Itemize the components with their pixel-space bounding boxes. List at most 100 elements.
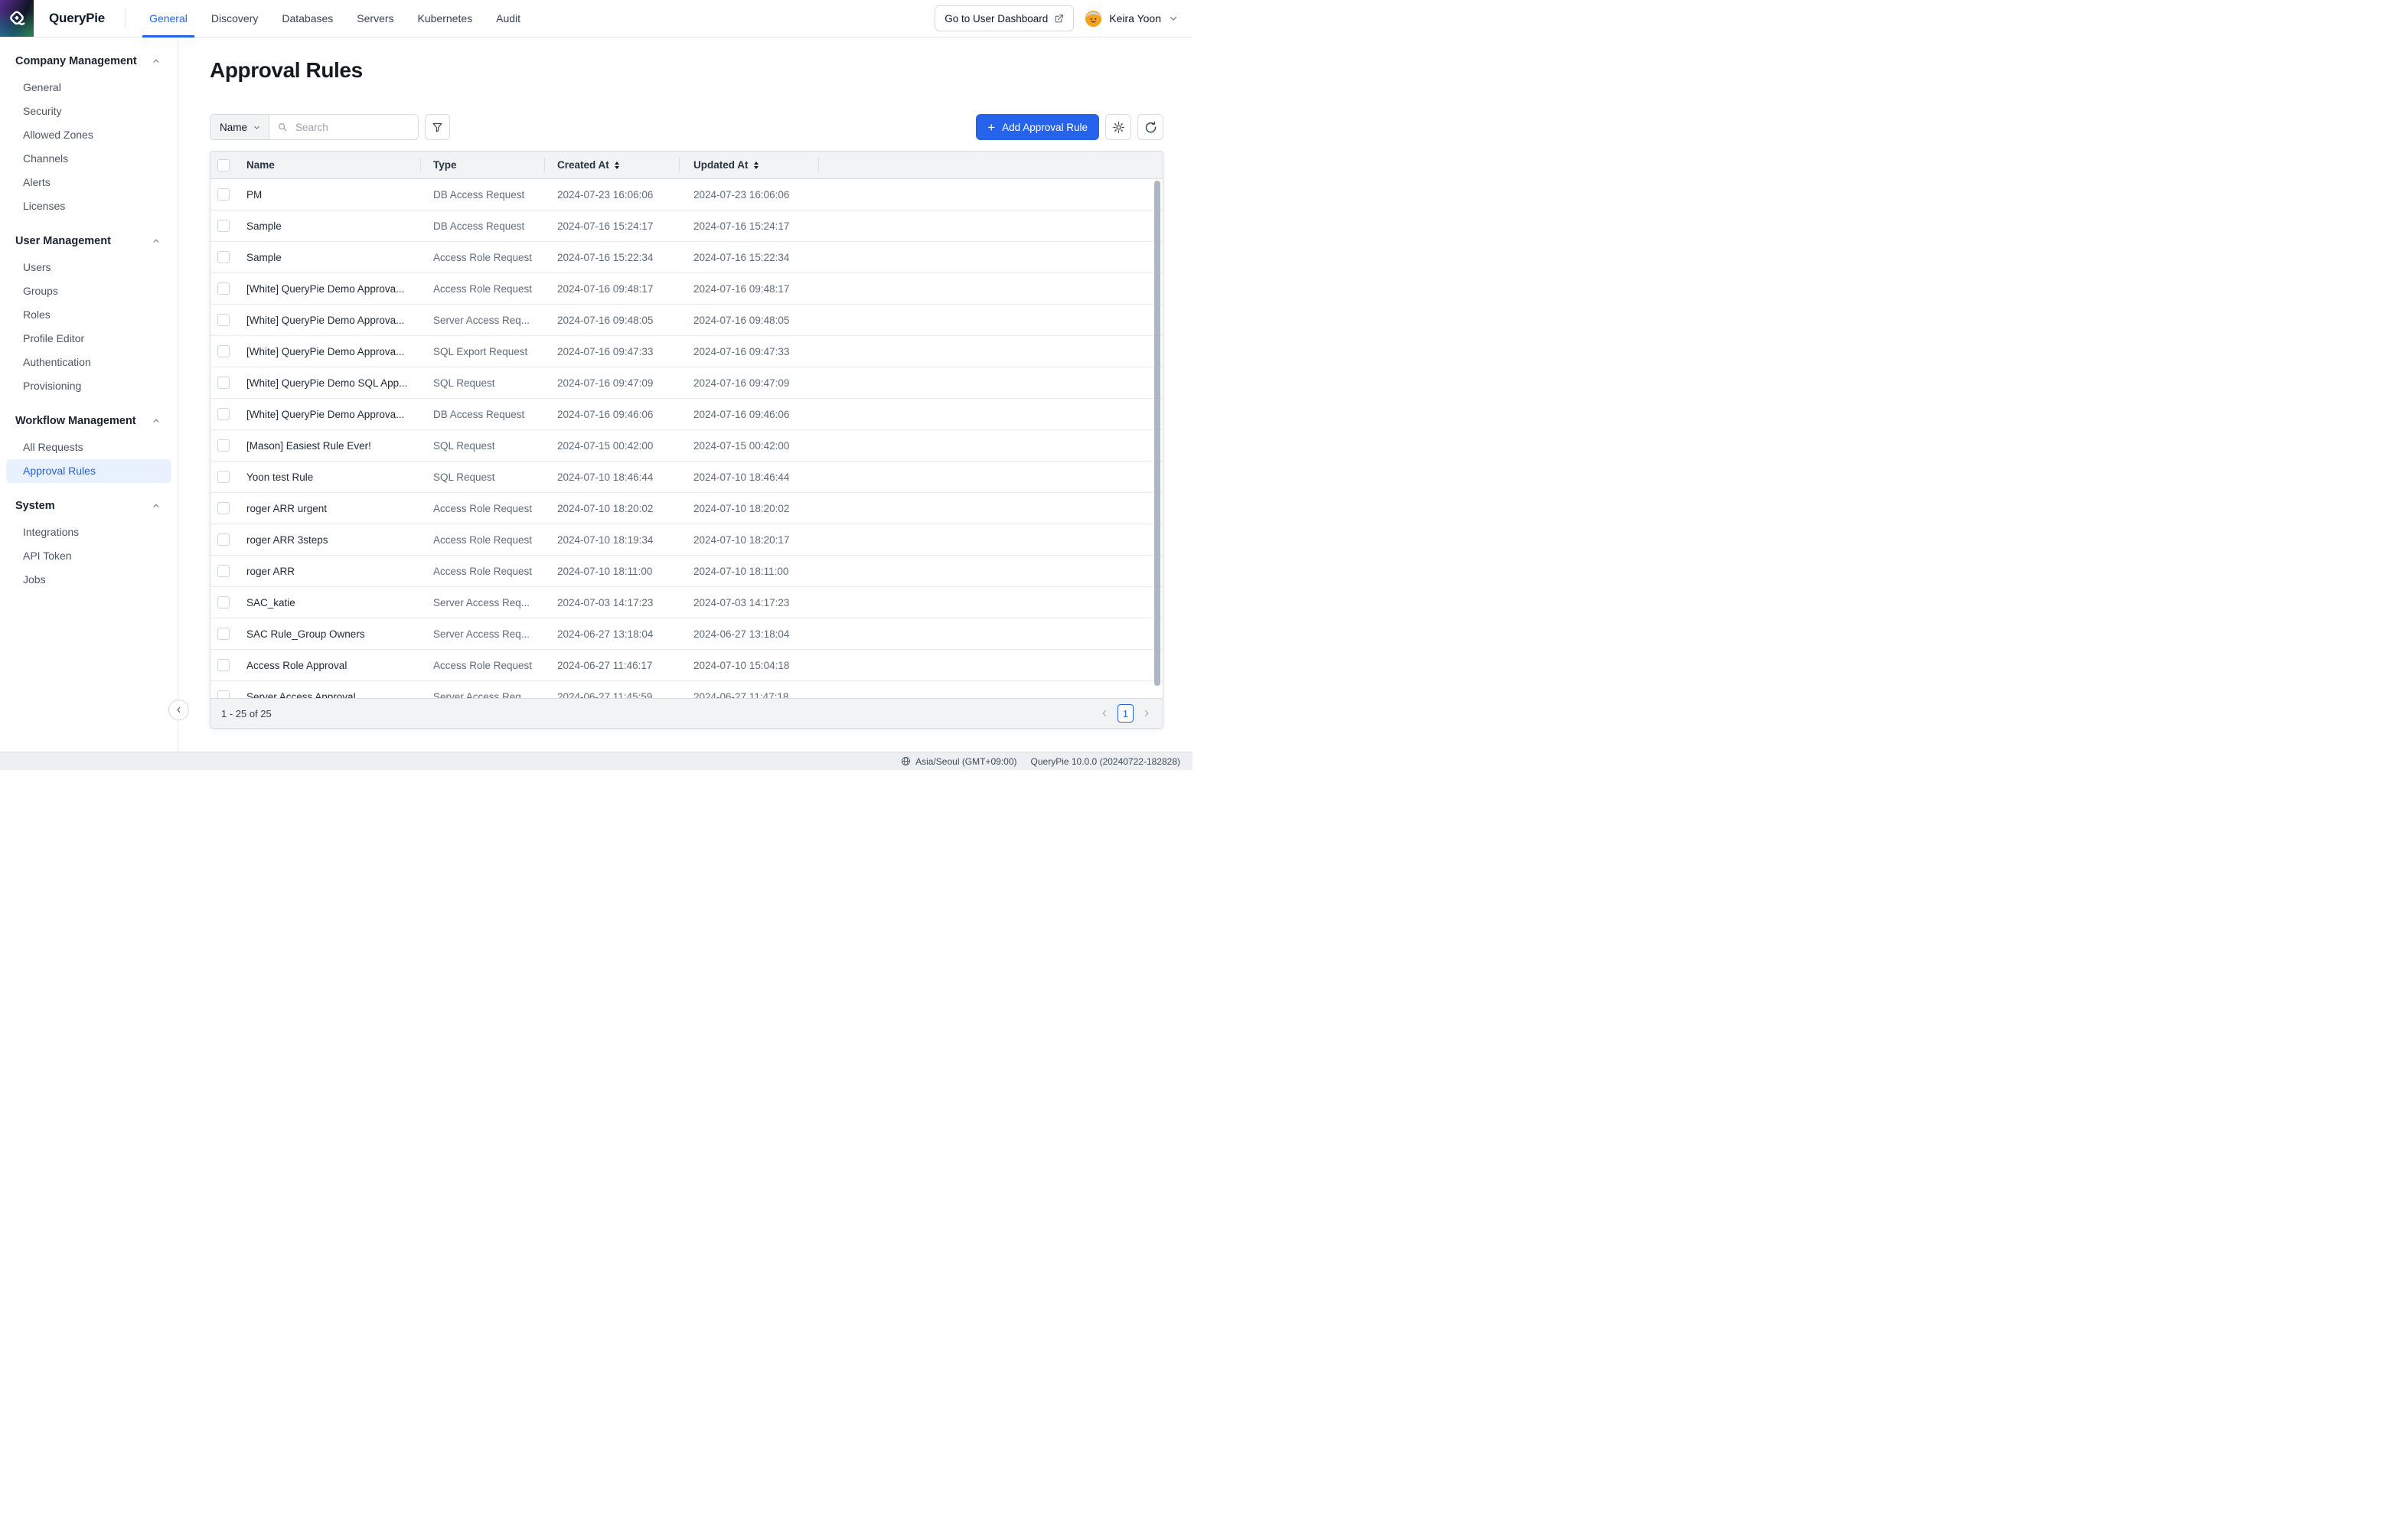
table-row[interactable]: [White] QueryPie Demo SQL App...SQL Requ… — [210, 367, 1163, 399]
row-checkbox[interactable] — [217, 439, 230, 452]
refresh-button[interactable] — [1137, 114, 1163, 140]
table-row[interactable]: roger ARR 3stepsAccess Role Request2024-… — [210, 524, 1163, 556]
table-row[interactable]: [White] QueryPie Demo Approva...DB Acces… — [210, 399, 1163, 430]
vertical-scrollbar[interactable] — [1154, 181, 1160, 686]
user-menu[interactable]: Keira Yoon — [1085, 10, 1179, 28]
sidebar-item-api-token[interactable]: API Token — [6, 544, 171, 568]
rule-type: Access Role Request — [420, 503, 544, 514]
table-row[interactable]: [White] QueryPie Demo Approva...Server A… — [210, 305, 1163, 336]
section-header-workflow-management[interactable]: Workflow Management — [0, 413, 178, 429]
sidebar-item-security[interactable]: Security — [6, 100, 171, 123]
row-checkbox[interactable] — [217, 659, 230, 671]
querypie-logo[interactable] — [0, 0, 34, 37]
tab-servers[interactable]: Servers — [357, 0, 393, 37]
rule-updated-at: 2024-07-16 09:48:17 — [679, 283, 818, 295]
row-checkbox[interactable] — [217, 690, 230, 698]
row-checkbox[interactable] — [217, 502, 230, 514]
rule-name: [White] QueryPie Demo Approva... — [240, 346, 420, 357]
tab-kubernetes[interactable]: Kubernetes — [418, 0, 473, 37]
go-to-user-dashboard-label: Go to User Dashboard — [945, 13, 1048, 24]
row-checkbox[interactable] — [217, 377, 230, 389]
next-page-button[interactable] — [1141, 708, 1152, 719]
table-row[interactable]: [Mason] Easiest Rule Ever!SQL Request202… — [210, 430, 1163, 462]
go-to-user-dashboard-button[interactable]: Go to User Dashboard — [935, 5, 1074, 31]
sidebar-item-general[interactable]: General — [6, 76, 171, 100]
sidebar-collapse-button[interactable] — [168, 700, 189, 720]
row-checkbox[interactable] — [217, 251, 230, 263]
sidebar-item-groups[interactable]: Groups — [6, 279, 171, 303]
row-checkbox[interactable] — [217, 565, 230, 577]
rule-type: DB Access Request — [420, 220, 544, 232]
rule-updated-at: 2024-07-16 09:47:33 — [679, 346, 818, 357]
rule-name: roger ARR urgent — [240, 503, 420, 514]
row-checkbox[interactable] — [217, 533, 230, 546]
section-header-company-management[interactable]: Company Management — [0, 54, 178, 69]
sidebar-item-channels[interactable]: Channels — [6, 147, 171, 171]
sidebar-item-authentication[interactable]: Authentication — [6, 351, 171, 374]
row-checkbox-cell — [210, 471, 240, 483]
row-checkbox[interactable] — [217, 220, 230, 232]
sidebar-item-approval-rules[interactable]: Approval Rules — [6, 459, 171, 483]
main-content: Approval Rules Name — [179, 37, 1192, 752]
tab-audit[interactable]: Audit — [496, 0, 520, 37]
sidebar-item-allowed-zones[interactable]: Allowed Zones — [6, 123, 171, 147]
table-row[interactable]: Server Access ApprovalServer Access Req.… — [210, 681, 1163, 698]
row-checkbox[interactable] — [217, 408, 230, 420]
table-row[interactable]: [White] QueryPie Demo Approva...SQL Expo… — [210, 336, 1163, 367]
table-row[interactable]: roger ARRAccess Role Request2024-07-10 1… — [210, 556, 1163, 587]
select-all-checkbox[interactable] — [217, 159, 230, 171]
table-row[interactable]: Access Role ApprovalAccess Role Request2… — [210, 650, 1163, 681]
column-header-updated-at-sort[interactable]: Updated At — [679, 152, 818, 178]
tab-general[interactable]: General — [149, 0, 188, 37]
table-row[interactable]: Yoon test RuleSQL Request2024-07-10 18:4… — [210, 462, 1163, 493]
section-header-user-management[interactable]: User Management — [0, 233, 178, 249]
rule-updated-at: 2024-07-10 18:11:00 — [679, 566, 818, 577]
row-checkbox[interactable] — [217, 471, 230, 483]
row-checkbox[interactable] — [217, 314, 230, 326]
tab-databases[interactable]: Databases — [282, 0, 333, 37]
sidebar-item-licenses[interactable]: Licenses — [6, 194, 171, 218]
plus-icon: + — [987, 121, 995, 134]
refresh-icon — [1144, 121, 1157, 134]
sidebar-item-all-requests[interactable]: All Requests — [6, 436, 171, 459]
tab-discovery[interactable]: Discovery — [211, 0, 258, 37]
rule-name: Server Access Approval — [240, 691, 420, 699]
page-title: Approval Rules — [210, 57, 1192, 83]
sidebar-item-users[interactable]: Users — [6, 256, 171, 279]
filter-button[interactable] — [425, 114, 450, 140]
table-row[interactable]: SampleAccess Role Request2024-07-16 15:2… — [210, 242, 1163, 273]
sidebar-item-alerts[interactable]: Alerts — [6, 171, 171, 194]
row-checkbox[interactable] — [217, 596, 230, 608]
table-row[interactable]: roger ARR urgentAccess Role Request2024-… — [210, 493, 1163, 524]
search-input[interactable] — [294, 121, 419, 134]
table-row[interactable]: SAC_katieServer Access Req...2024-07-03 … — [210, 587, 1163, 618]
column-label: Updated At — [693, 159, 749, 171]
sidebar-item-roles[interactable]: Roles — [6, 303, 171, 327]
rule-created-at: 2024-06-27 11:45:59 — [544, 691, 679, 699]
row-checkbox-cell — [210, 533, 240, 546]
row-checkbox[interactable] — [217, 282, 230, 295]
sidebar-item-jobs[interactable]: Jobs — [6, 568, 171, 592]
add-approval-rule-button[interactable]: + Add Approval Rule — [976, 114, 1099, 140]
sidebar-section-user-management: User Management UsersGroupsRolesProfile E… — [0, 233, 178, 398]
section-title: System — [15, 500, 55, 512]
sidebar-item-integrations[interactable]: Integrations — [6, 520, 171, 544]
table-row[interactable]: SAC Rule_Group OwnersServer Access Req..… — [210, 618, 1163, 650]
table-row[interactable]: [White] QueryPie Demo Approva...Access R… — [210, 273, 1163, 305]
row-checkbox[interactable] — [217, 188, 230, 201]
table-settings-button[interactable] — [1105, 114, 1131, 140]
sidebar-item-provisioning[interactable]: Provisioning — [6, 374, 171, 398]
section-header-system[interactable]: System — [0, 498, 178, 514]
sidebar-item-profile-editor[interactable]: Profile Editor — [6, 327, 171, 351]
table-row[interactable]: PMDB Access Request2024-07-23 16:06:0620… — [210, 179, 1163, 210]
row-checkbox[interactable] — [217, 628, 230, 640]
table-row[interactable]: SampleDB Access Request2024-07-16 15:24:… — [210, 210, 1163, 242]
row-checkbox[interactable] — [217, 345, 230, 357]
page-number-button[interactable]: 1 — [1117, 704, 1134, 723]
querypie-logo-icon — [5, 7, 28, 30]
column-header-created-at-sort[interactable]: Created At — [544, 152, 679, 178]
rule-created-at: 2024-07-16 09:47:33 — [544, 346, 679, 357]
previous-page-button[interactable] — [1099, 708, 1110, 719]
row-checkbox-cell — [210, 408, 240, 420]
search-field-dropdown[interactable]: Name — [210, 115, 269, 139]
